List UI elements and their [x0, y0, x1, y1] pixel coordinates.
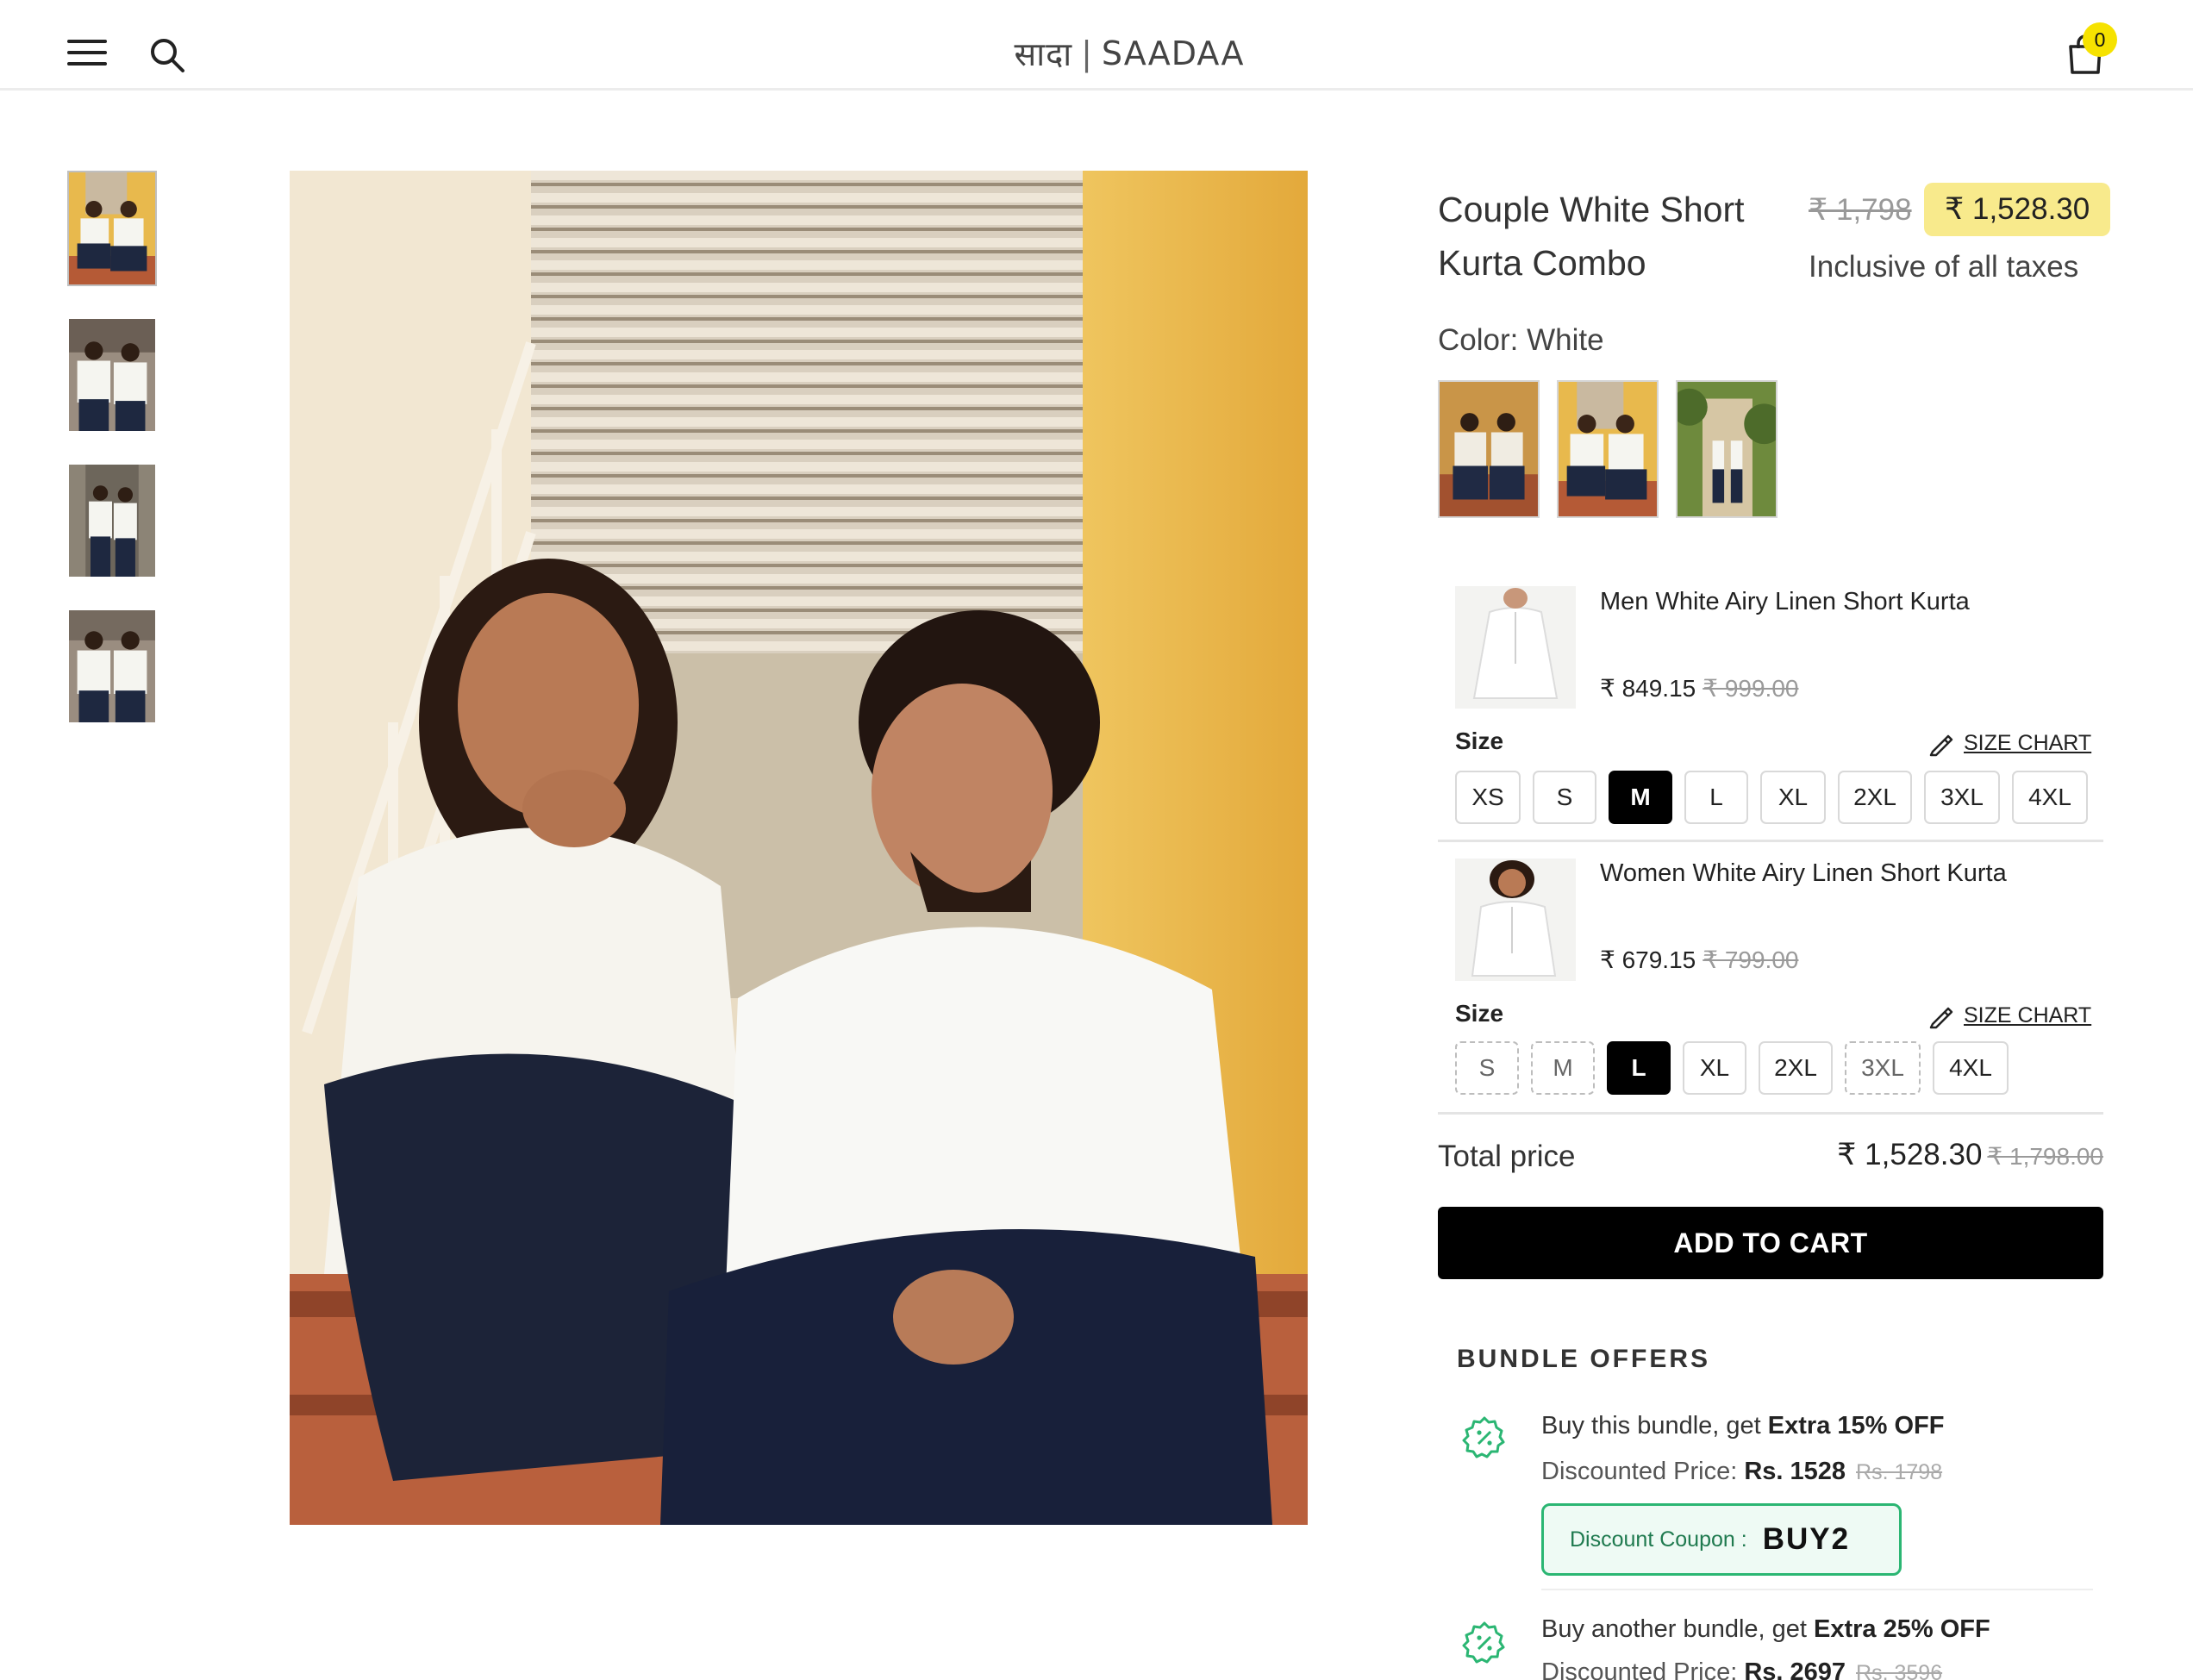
product-title: Couple White Short Kurta Combo	[1438, 190, 1745, 283]
discount-coupon[interactable]: Discount Coupon : BUY2	[1541, 1503, 1902, 1576]
total-old-price: ₹ 1,798.00	[1987, 1143, 2103, 1170]
size-option-xl[interactable]: XL	[1683, 1041, 1746, 1095]
gallery-thumbnail-4[interactable]	[67, 609, 157, 724]
size-option-xs[interactable]: XS	[1455, 771, 1521, 824]
size-option-4xl[interactable]: 4XL	[1933, 1041, 2009, 1095]
compare-at-price: ₹ 1,798	[1809, 193, 1912, 227]
ruler-pencil-icon	[1929, 1007, 1953, 1029]
item-image-men-kurta[interactable]	[1455, 586, 1576, 709]
size-label: Size	[1455, 1000, 1504, 1027]
size-option-2xl[interactable]: 2XL	[1838, 771, 1912, 824]
offer-2-price-value: Rs. 2697	[1744, 1658, 1846, 1680]
gallery-thumbnail-3[interactable]	[67, 463, 157, 578]
size-option-3xl-unavailable[interactable]: 3XL	[1845, 1041, 1921, 1095]
coupon-label: Discount Coupon :	[1570, 1527, 1747, 1552]
offer-2-price-label: Discounted Price:	[1541, 1658, 1745, 1680]
site-header: सादा | SAADAA 0	[0, 0, 2193, 91]
size-option-2xl[interactable]: 2XL	[1759, 1041, 1833, 1095]
offer-2-desc: Buy another bundle, get	[1541, 1615, 1815, 1643]
size-chart-link[interactable]: SIZE CHART	[1927, 728, 2091, 759]
offer-2-highlight: Extra 25% OFF	[1814, 1615, 1990, 1643]
size-option-m-unavailable[interactable]: M	[1531, 1041, 1595, 1095]
offer-1-price: Discounted Price: Rs. 1528 Rs. 1798	[1541, 1458, 1942, 1486]
item-sale-price: ₹ 679.15	[1600, 946, 1696, 973]
ruler-pencil-icon	[1929, 734, 1953, 757]
item-name: Women White Airy Linen Short Kurta	[1600, 859, 2007, 887]
item-price: ₹ 679.15 ₹ 799.00	[1600, 946, 1798, 974]
logo-hindi: सादा	[1014, 35, 1073, 73]
total-sale-price: ₹ 1,528.30	[1837, 1138, 1983, 1171]
item-divider	[1438, 840, 2103, 842]
size-option-s[interactable]: S	[1533, 771, 1596, 824]
offer-1-old-price: Rs. 1798	[1856, 1460, 1943, 1484]
bundle-offers-heading: BUNDLE OFFERS	[1457, 1345, 1710, 1373]
size-chart-link[interactable]: SIZE CHART	[1927, 1000, 2091, 1031]
offer-1-price-value: Rs. 1528	[1744, 1458, 1846, 1485]
offer-1-text: Buy this bundle, get Extra 15% OFF	[1541, 1412, 1944, 1440]
coupon-code: BUY2	[1762, 1522, 1851, 1556]
offer-1-highlight: Extra 15% OFF	[1767, 1412, 1945, 1440]
color-swatch-2[interactable]	[1557, 380, 1659, 518]
size-label: Size	[1455, 728, 1504, 754]
size-chart-label: SIZE CHART	[1964, 1002, 2092, 1027]
site-logo[interactable]: सादा | SAADAA	[948, 29, 1310, 78]
add-to-cart-button[interactable]: ADD TO CART	[1438, 1207, 2103, 1279]
cart-count-badge: 0	[2083, 22, 2117, 57]
item-old-price: ₹ 999.00	[1703, 675, 1799, 702]
item-image-women-kurta[interactable]	[1455, 859, 1576, 981]
search-icon[interactable]	[148, 36, 186, 74]
item-old-price: ₹ 799.00	[1703, 946, 1799, 973]
discount-badge-icon	[1462, 1415, 1507, 1460]
offer-2-price: Discounted Price: Rs. 2697 Rs. 3596	[1541, 1658, 1942, 1680]
size-chart-label: SIZE CHART	[1964, 730, 2092, 755]
logo-text: SAADAA	[1101, 34, 1245, 72]
size-option-l[interactable]: L	[1607, 1041, 1671, 1095]
item-name: Men White Airy Linen Short Kurta	[1600, 588, 1970, 615]
item-price: ₹ 849.15 ₹ 999.00	[1600, 674, 1798, 703]
item-divider	[1438, 1112, 2103, 1115]
size-option-m[interactable]: M	[1609, 771, 1672, 824]
offer-2-old-price: Rs. 3596	[1856, 1661, 1943, 1680]
color-label: Color: White	[1438, 323, 1604, 357]
offer-divider	[1541, 1589, 2093, 1590]
total-price-label: Total price	[1438, 1140, 1576, 1173]
logo-separator: |	[1081, 34, 1093, 72]
main-product-image[interactable]	[290, 171, 1308, 1525]
sale-price-badge: ₹ 1,528.30	[1924, 183, 2111, 236]
tax-note: Inclusive of all taxes	[1809, 250, 2079, 284]
size-option-3xl[interactable]: 3XL	[1924, 771, 2000, 824]
discount-badge-icon	[1462, 1621, 1507, 1665]
size-option-l[interactable]: L	[1684, 771, 1748, 824]
hamburger-icon[interactable]	[67, 40, 107, 67]
color-swatch-1[interactable]	[1438, 380, 1540, 518]
offer-1-desc: Buy this bundle, get	[1541, 1412, 1768, 1440]
size-option-xl[interactable]: XL	[1760, 771, 1826, 824]
size-option-4xl[interactable]: 4XL	[2012, 771, 2088, 824]
offer-2-text: Buy another bundle, get Extra 25% OFF	[1541, 1615, 1990, 1644]
color-swatch-3[interactable]	[1676, 380, 1778, 518]
gallery-thumbnail-1[interactable]	[67, 171, 157, 286]
item-sale-price: ₹ 849.15	[1600, 675, 1696, 702]
offer-1-price-label: Discounted Price:	[1541, 1458, 1745, 1485]
size-option-s-unavailable[interactable]: S	[1455, 1041, 1519, 1095]
total-price: ₹ 1,528.30 ₹ 1,798.00	[1832, 1138, 2103, 1172]
gallery-thumbnail-2[interactable]	[67, 317, 157, 433]
